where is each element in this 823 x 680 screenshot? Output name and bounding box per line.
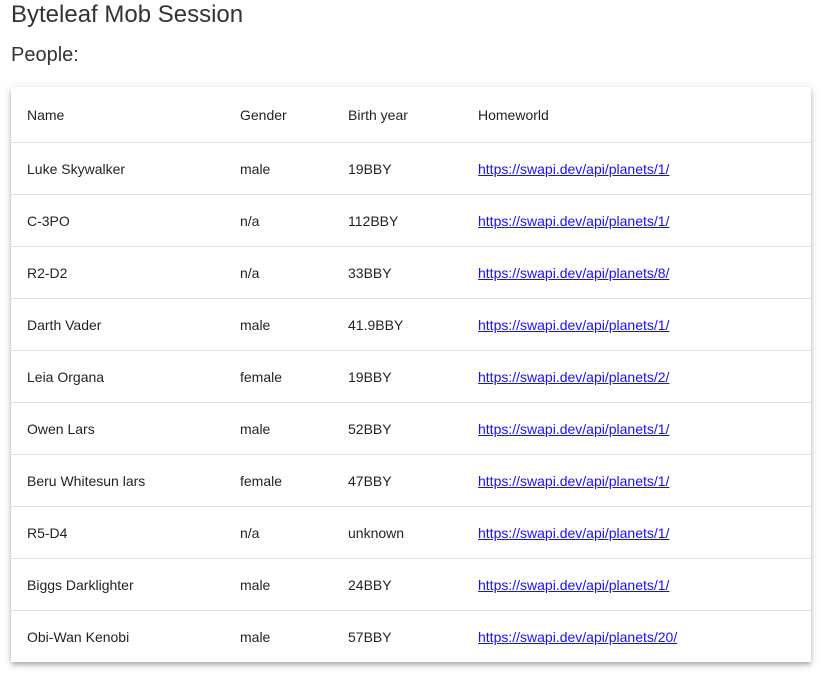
cell-birth-year: 33BBY	[332, 246, 462, 299]
table-row: R2-D2 n/a 33BBY https://swapi.dev/api/plane…	[11, 246, 811, 299]
cell-birth-year: 52BBY	[332, 402, 462, 455]
homeworld-link[interactable]: https://swapi.dev/api/planets/1/	[478, 213, 669, 229]
header-homeworld: Homeworld	[462, 87, 811, 143]
cell-homeworld: https://swapi.dev/api/planets/8/	[462, 246, 811, 299]
homeworld-link[interactable]: https://swapi.dev/api/planets/1/	[478, 473, 669, 489]
cell-homeworld: https://swapi.dev/api/planets/1/	[462, 194, 811, 247]
homeworld-link[interactable]: https://swapi.dev/api/planets/20/	[478, 629, 677, 645]
cell-birth-year: 24BBY	[332, 558, 462, 611]
cell-gender: male	[224, 558, 332, 611]
table-row: Biggs Darklighter male 24BBY https://swapi.…	[11, 558, 811, 611]
cell-gender: female	[224, 454, 332, 507]
cell-name: R5-D4	[11, 506, 224, 559]
homeworld-link[interactable]: https://swapi.dev/api/planets/1/	[478, 317, 669, 333]
cell-name: Luke Skywalker	[11, 142, 224, 195]
cell-gender: male	[224, 402, 332, 455]
table-row: Luke Skywalker male 19BBY https://swapi.dev…	[11, 142, 811, 195]
table-header-row: Name Gender Birth year Homeworld	[11, 87, 811, 143]
table-row: C-3PO n/a 112BBY https://swapi.dev/api/plan…	[11, 194, 811, 247]
cell-name: Biggs Darklighter	[11, 558, 224, 611]
cell-name: Darth Vader	[11, 298, 224, 351]
cell-homeworld: https://swapi.dev/api/planets/1/	[462, 402, 811, 455]
cell-homeworld: https://swapi.dev/api/planets/1/	[462, 454, 811, 507]
table-row: R5-D4 n/a unknown https://swapi.dev/api/pla…	[11, 506, 811, 559]
cell-birth-year: 112BBY	[332, 194, 462, 247]
cell-name: C-3PO	[11, 194, 224, 247]
cell-birth-year: 47BBY	[332, 454, 462, 507]
page-title: Byteleaf Mob Session	[11, 1, 244, 28]
cell-name: Beru Whitesun lars	[11, 454, 224, 507]
cell-gender: male	[224, 298, 332, 351]
cell-homeworld: https://swapi.dev/api/planets/20/	[462, 611, 811, 663]
cell-gender: male	[224, 142, 332, 195]
table-row: Obi-Wan Kenobi male 57BBY https://swapi.dev…	[11, 611, 811, 663]
cell-name: Obi-Wan Kenobi	[27, 628, 130, 645]
table-row: Leia Organa female 19BBY https://swapi.dev/…	[11, 350, 811, 403]
header-gender: Gender	[224, 87, 332, 143]
homeworld-link[interactable]: https://swapi.dev/api/planets/1/	[478, 577, 669, 593]
cell-gender: n/a	[224, 246, 332, 299]
cell-birth-year: 19BBY	[332, 350, 462, 403]
table-row: Beru Whitesun lars female 47BBY https://swa…	[11, 454, 811, 507]
people-table: Name Gender Birth year Homeworld Luke Sk…	[11, 87, 811, 662]
cell-birth-year: 41.9BBY	[332, 298, 462, 351]
cell-birth-year: 57BBY	[348, 628, 392, 645]
people-table-card: Name Gender Birth year Homeworld Luke Sk…	[11, 87, 811, 662]
cell-gender: female	[224, 350, 332, 403]
cell-gender: n/a	[224, 194, 332, 247]
cell-homeworld: https://swapi.dev/api/planets/1/	[462, 298, 811, 351]
section-title: People:	[11, 44, 79, 66]
cell-birth-year: unknown	[332, 506, 462, 559]
header-name: Name	[11, 87, 224, 143]
homeworld-link[interactable]: https://swapi.dev/api/planets/8/	[478, 265, 669, 281]
homeworld-link[interactable]: https://swapi.dev/api/planets/2/	[478, 369, 669, 385]
cell-gender: n/a	[224, 506, 332, 559]
cell-homeworld: https://swapi.dev/api/planets/1/	[462, 506, 811, 559]
cell-homeworld: https://swapi.dev/api/planets/1/	[462, 142, 811, 195]
cell-name: Owen Lars	[11, 402, 224, 455]
cell-gender: male	[240, 628, 271, 645]
cell-homeworld: https://swapi.dev/api/planets/1/	[462, 558, 811, 611]
homeworld-link[interactable]: https://swapi.dev/api/planets/1/	[478, 161, 669, 177]
homeworld-link[interactable]: https://swapi.dev/api/planets/1/	[478, 421, 669, 437]
cell-name: R2-D2	[11, 246, 224, 299]
cell-homeworld: https://swapi.dev/api/planets/2/	[462, 350, 811, 403]
table-row: Owen Lars male 52BBY https://swapi.dev/api/…	[11, 402, 811, 455]
homeworld-link[interactable]: https://swapi.dev/api/planets/1/	[478, 525, 669, 541]
cell-name: Leia Organa	[11, 350, 224, 403]
cell-birth-year: 19BBY	[332, 142, 462, 195]
header-birth-year: Birth year	[332, 87, 462, 143]
table-row: Darth Vader male 41.9BBY https://swapi.dev/…	[11, 298, 811, 351]
